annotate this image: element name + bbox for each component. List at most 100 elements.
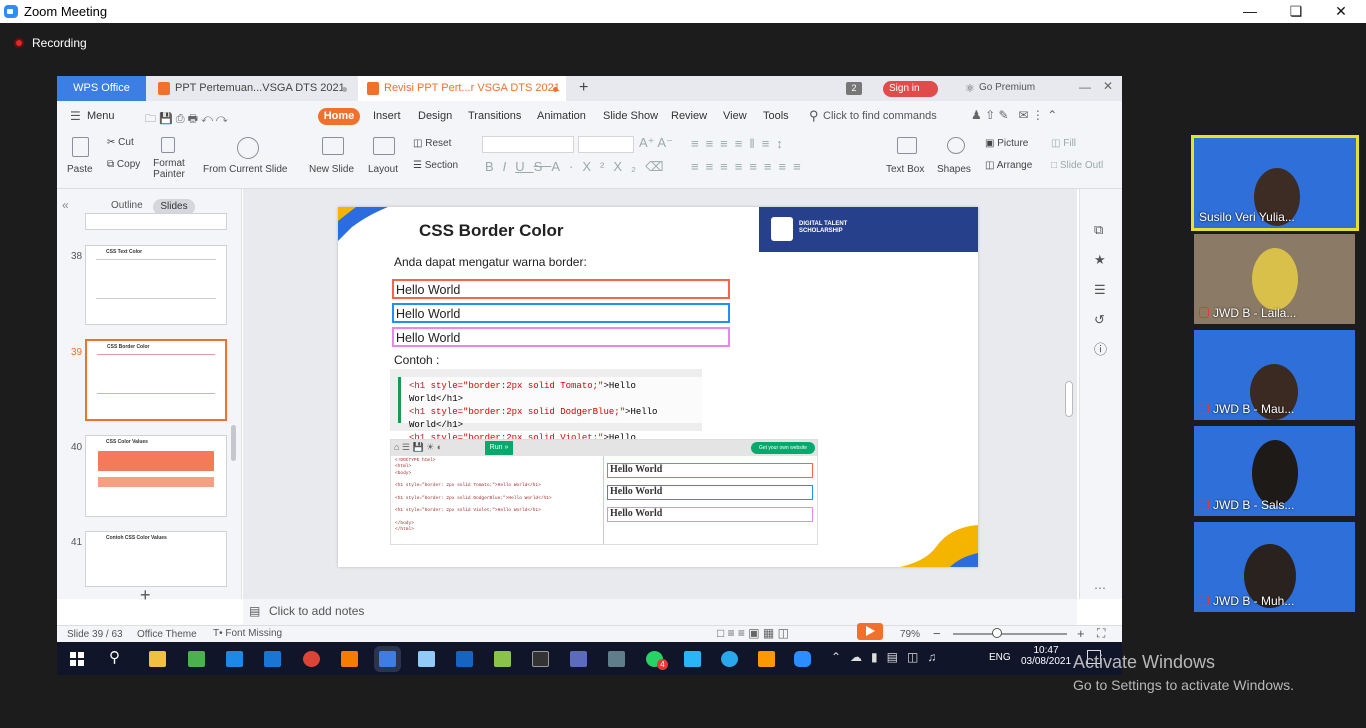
language-indicator[interactable]: ENG	[989, 652, 1011, 663]
zoom-out-icon[interactable]: −	[933, 626, 941, 641]
sign-in-button[interactable]: Sign in	[883, 81, 938, 97]
windows-start-icon[interactable]	[70, 652, 84, 666]
tab-insert[interactable]: Insert	[373, 110, 401, 122]
shapes-button[interactable]: Shapes	[937, 164, 971, 175]
layout-button[interactable]: Layout	[368, 164, 398, 175]
go-premium-button[interactable]: ⚛ Go Premium	[965, 82, 1035, 95]
close-icon[interactable]: ✕	[1318, 0, 1364, 23]
telegram-icon[interactable]	[721, 651, 738, 667]
tab-view[interactable]: View	[723, 110, 747, 122]
cut-button[interactable]: ✂ Cut	[107, 137, 134, 148]
zoom-icon[interactable]	[794, 651, 811, 667]
slide-thumbnail-37[interactable]	[85, 213, 227, 230]
slide-thumbnail-41[interactable]: Contoh CSS Color Values	[85, 531, 227, 587]
fit-window-icon[interactable]: ⛶	[1097, 626, 1105, 641]
quick-access-icons[interactable]: 🗀 💾 ⎙ 🖶 ↶ ↷	[145, 110, 228, 129]
participant-video[interactable]: JWD B - Mau...	[1194, 330, 1355, 420]
participant-video[interactable]: JWD B - Sals...	[1194, 426, 1355, 516]
wps-icon[interactable]	[379, 651, 396, 667]
app-icon[interactable]	[570, 651, 587, 667]
tray-icons[interactable]: ⌃☁▮▤◫♫	[831, 650, 945, 664]
terminal-icon[interactable]	[532, 651, 549, 667]
outline-tab[interactable]: Outline	[111, 200, 143, 211]
menu-button[interactable]: Menu	[87, 110, 115, 122]
app-icon[interactable]	[418, 651, 435, 667]
app-icon[interactable]	[758, 651, 775, 667]
sublime-icon[interactable]	[341, 651, 358, 667]
tab-wps-office[interactable]: WPS Office	[57, 76, 146, 101]
whatsapp-icon[interactable]: 4	[646, 651, 668, 670]
fill-button[interactable]: ◫ Fill	[1051, 138, 1076, 149]
tool-rail-icons[interactable]: ⧉ ★ ☰ ↺ ⓘ	[1094, 215, 1107, 365]
tab-animation[interactable]: Animation	[537, 110, 586, 122]
store-icon[interactable]	[226, 651, 243, 667]
tab-design[interactable]: Design	[418, 110, 452, 122]
app-icon[interactable]	[188, 651, 205, 667]
tab-ppt-pertemuan[interactable]: PPT Pertemuan...VSGA DTS 2021	[149, 76, 355, 101]
new-slide-button[interactable]: New Slide	[309, 164, 354, 175]
paste-button[interactable]: Paste	[67, 164, 93, 175]
text-box-button[interactable]: Text Box	[886, 164, 924, 175]
slide-outline-button[interactable]: □ Slide Outl	[1051, 160, 1103, 171]
participant-video-active[interactable]: Susilo Veri Yulia...	[1191, 135, 1359, 231]
zoom-percent[interactable]: 79%	[900, 629, 920, 640]
zoom-slider-thumb[interactable]	[992, 628, 1002, 638]
font-missing-button[interactable]: T• Font Missing	[213, 628, 282, 639]
file-explorer-icon[interactable]	[149, 651, 166, 667]
slide-number: 41	[71, 537, 83, 548]
search-commands[interactable]: Click to find commands	[823, 110, 937, 122]
tab-transitions[interactable]: Transitions	[468, 110, 521, 122]
font-name-select[interactable]	[482, 136, 574, 153]
zoom-slider[interactable]	[953, 633, 1067, 635]
app-icon[interactable]	[608, 651, 625, 667]
window-count-badge[interactable]: 2	[846, 82, 862, 95]
slide-thumbnail-38[interactable]: CSS Text Color	[85, 245, 227, 325]
minimize-icon[interactable]: —	[1227, 0, 1273, 23]
view-mode-icons[interactable]: □ ≡ ≡ ▣ ▦ ◫	[717, 626, 789, 640]
more-icon[interactable]: ⋯	[1094, 581, 1106, 595]
format-painter-button[interactable]: Format Painter	[151, 158, 187, 180]
search-icon[interactable]: ⚲	[109, 648, 120, 666]
reset-button[interactable]: ◫ Reset	[413, 138, 451, 149]
section-button[interactable]: ☰ Section	[413, 160, 458, 171]
canvas-scrollbar[interactable]	[1065, 193, 1073, 593]
restore-icon[interactable]: ❏	[1273, 0, 1319, 23]
collapse-panel-icon[interactable]: «	[62, 198, 69, 212]
tab-slide-show[interactable]: Slide Show	[603, 110, 658, 122]
hamburger-icon[interactable]: ☰	[70, 109, 81, 123]
play-slideshow-button[interactable]	[857, 623, 883, 640]
font-grow-shrink-icons[interactable]: A⁺ A⁻	[639, 135, 673, 151]
app-icon[interactable]	[456, 651, 473, 667]
paragraph-align-icons[interactable]: ≡≡≡≡≡≡≡≡	[691, 159, 808, 174]
wps-close-icon[interactable]: ✕	[1103, 79, 1113, 93]
new-tab-icon[interactable]: +	[579, 79, 588, 97]
from-current-slide-button[interactable]: From Current Slide	[203, 164, 287, 175]
tab-review[interactable]: Review	[671, 110, 707, 122]
tab-tools[interactable]: Tools	[763, 110, 789, 122]
add-slide-icon[interactable]: +	[140, 585, 151, 606]
slide-39[interactable]: DIGITAL TALENT SCHOLARSHIP CSS Border Co…	[338, 207, 978, 567]
slide-thumbnail-39[interactable]: CSS Border Color	[85, 339, 227, 421]
arrange-button[interactable]: ◫ Arrange	[985, 160, 1032, 171]
tab-revisi-ppt[interactable]: Revisi PPT Pert...r VSGA DTS 2021	[358, 76, 566, 101]
share-collab-icons[interactable]: ♟ ⇧ ✎ ✉ ⋮ ⌃	[971, 108, 1057, 122]
copy-button[interactable]: ⧉ Copy	[107, 159, 140, 170]
text-format-icons[interactable]: BIUSA·X²X₂⌫	[485, 159, 672, 175]
participant-video[interactable]: JWD B - Muh...	[1194, 522, 1355, 612]
wps-minimize-icon[interactable]: —	[1079, 80, 1091, 94]
slide-thumbnail-40[interactable]: CSS Color Values	[85, 435, 227, 517]
tab-home[interactable]: Home	[318, 108, 360, 125]
paragraph-list-icons[interactable]: ≡≡≡≡‖≡↕	[691, 136, 790, 151]
picture-button[interactable]: ▣ Picture	[985, 138, 1028, 149]
zoom-in-icon[interactable]: +	[1077, 626, 1085, 641]
app-icon[interactable]	[494, 651, 511, 667]
participant-video[interactable]: JWD B - Laila...	[1194, 234, 1355, 324]
chrome-icon[interactable]	[303, 651, 320, 667]
font-size-select[interactable]	[578, 136, 634, 153]
notes-bar[interactable]: ▤ Click to add notes	[243, 599, 1077, 625]
app-icon[interactable]	[684, 651, 701, 667]
mail-icon[interactable]	[264, 651, 281, 667]
layout-icon	[373, 137, 395, 157]
clock[interactable]: 10:47 03/08/2021	[1020, 645, 1072, 667]
panel-scrollbar[interactable]	[231, 425, 236, 461]
